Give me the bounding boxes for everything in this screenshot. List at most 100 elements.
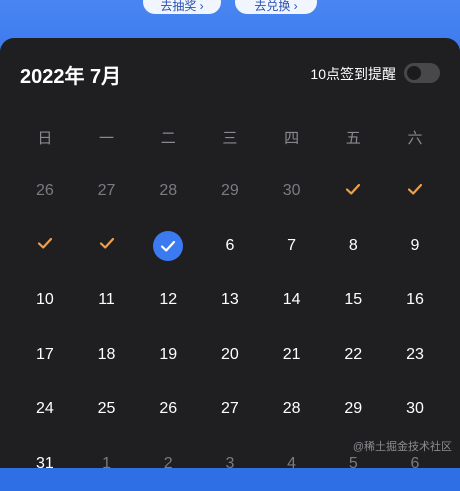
toggle-knob	[407, 66, 421, 80]
day-cell[interactable]: 8	[322, 219, 384, 274]
check-circle-icon	[153, 231, 183, 261]
day-cell[interactable]: 3	[199, 437, 261, 491]
watermark: @稀土掘金技术社区	[353, 438, 452, 454]
day-number: 29	[221, 182, 239, 200]
day-cell[interactable]: 4	[261, 437, 323, 491]
day-cell[interactable]: 28	[137, 164, 199, 219]
day-number: 28	[283, 400, 301, 418]
day-cell[interactable]: 27	[199, 382, 261, 437]
day-number: 16	[406, 291, 424, 309]
day-number: 19	[159, 346, 177, 364]
day-cell[interactable]: 2	[137, 437, 199, 491]
day-number: 6	[411, 455, 420, 473]
day-number: 25	[98, 400, 116, 418]
day-cell[interactable]: 11	[76, 273, 138, 328]
calendar-panel: 2022年 7月 10点签到提醒 日 一 二 三 四 五 六 262728293…	[0, 38, 460, 468]
day-cell[interactable]: 30	[261, 164, 323, 219]
day-cell[interactable]: 31	[14, 437, 76, 491]
day-cell[interactable]: 30	[384, 382, 446, 437]
day-cell[interactable]: 26	[14, 164, 76, 219]
day-number: 30	[283, 182, 301, 200]
day-number: 24	[36, 400, 54, 418]
day-number: 27	[98, 182, 116, 200]
day-cell[interactable]	[384, 164, 446, 219]
day-cell[interactable]: 15	[322, 273, 384, 328]
day-number: 28	[159, 182, 177, 200]
day-cell[interactable]: 29	[322, 382, 384, 437]
day-cell[interactable]: 19	[137, 328, 199, 383]
week-row: 6 7 8 9	[14, 219, 446, 274]
day-cell[interactable]	[322, 164, 384, 219]
day-number: 23	[406, 346, 424, 364]
day-cell[interactable]: 12	[137, 273, 199, 328]
day-number: 1	[102, 455, 111, 473]
day-number: 21	[283, 346, 301, 364]
week-row: 17 18 19 20 21 22 23	[14, 328, 446, 383]
day-cell[interactable]: 25	[76, 382, 138, 437]
day-cell[interactable]: 13	[199, 273, 261, 328]
day-cell[interactable]: 7	[261, 219, 323, 274]
week-row: 24 25 26 27 28 29 30	[14, 382, 446, 437]
day-number: 26	[159, 400, 177, 418]
day-number: 4	[287, 455, 296, 473]
day-number: 7	[287, 237, 296, 255]
day-cell[interactable]: 22	[322, 328, 384, 383]
day-number: 26	[36, 182, 54, 200]
day-cell[interactable]: 17	[14, 328, 76, 383]
day-number: 11	[98, 291, 115, 309]
day-cell[interactable]: 28	[261, 382, 323, 437]
day-cell[interactable]	[14, 219, 76, 274]
lottery-button-label: 去抽奖 ›	[160, 0, 203, 18]
day-cell[interactable]: 10	[14, 273, 76, 328]
day-number: 18	[98, 346, 116, 364]
day-cell[interactable]: 9	[384, 219, 446, 274]
check-icon	[36, 234, 54, 257]
day-cell[interactable]: 18	[76, 328, 138, 383]
weekday-header: 日 一 二 三 四 五 六	[14, 120, 446, 154]
redeem-button[interactable]: 去兑换 ›	[235, 0, 317, 14]
lottery-button[interactable]: 去抽奖 ›	[143, 0, 221, 14]
day-number: 22	[344, 346, 362, 364]
day-number: 3	[225, 455, 234, 473]
check-icon	[406, 180, 424, 203]
weekday-sat: 六	[384, 120, 446, 154]
day-number: 20	[221, 346, 239, 364]
day-cell[interactable]: 24	[14, 382, 76, 437]
day-cell[interactable]: 29	[199, 164, 261, 219]
day-cell[interactable]	[76, 219, 138, 274]
weekday-mon: 一	[76, 120, 138, 154]
day-number: 9	[411, 237, 420, 255]
day-number: 12	[159, 291, 177, 309]
day-cell[interactable]: 27	[76, 164, 138, 219]
day-number: 17	[36, 346, 54, 364]
check-icon	[98, 234, 116, 257]
day-cell[interactable]: 21	[261, 328, 323, 383]
day-cell[interactable]: 26	[137, 382, 199, 437]
weekday-fri: 五	[322, 120, 384, 154]
day-number: 10	[36, 291, 54, 309]
day-cell[interactable]: 20	[199, 328, 261, 383]
day-cell[interactable]: 6	[199, 219, 261, 274]
day-number: 5	[349, 455, 358, 473]
calendar-grid: 日 一 二 三 四 五 六 26272829306789101112131415…	[14, 120, 446, 491]
weekday-wed: 三	[199, 120, 261, 154]
day-number: 2	[164, 455, 173, 473]
weekday-thu: 四	[261, 120, 323, 154]
reminder-toggle[interactable]	[404, 63, 440, 83]
day-number: 15	[344, 291, 362, 309]
month-title: 2022年 7月	[20, 60, 121, 89]
day-cell[interactable]: 23	[384, 328, 446, 383]
day-number: 29	[344, 400, 362, 418]
week-row: 26 27 28 29 30	[14, 164, 446, 219]
day-number: 8	[349, 237, 358, 255]
week-row: 10 11 12 13 14 15 16	[14, 273, 446, 328]
day-cell[interactable]: 16	[384, 273, 446, 328]
day-cell[interactable]: 14	[261, 273, 323, 328]
day-number: 14	[283, 291, 301, 309]
day-cell[interactable]	[137, 219, 199, 274]
day-number: 6	[225, 237, 234, 255]
day-cell[interactable]: 1	[76, 437, 138, 491]
day-number: 30	[406, 400, 424, 418]
day-number: 27	[221, 400, 239, 418]
weekday-sun: 日	[14, 120, 76, 154]
